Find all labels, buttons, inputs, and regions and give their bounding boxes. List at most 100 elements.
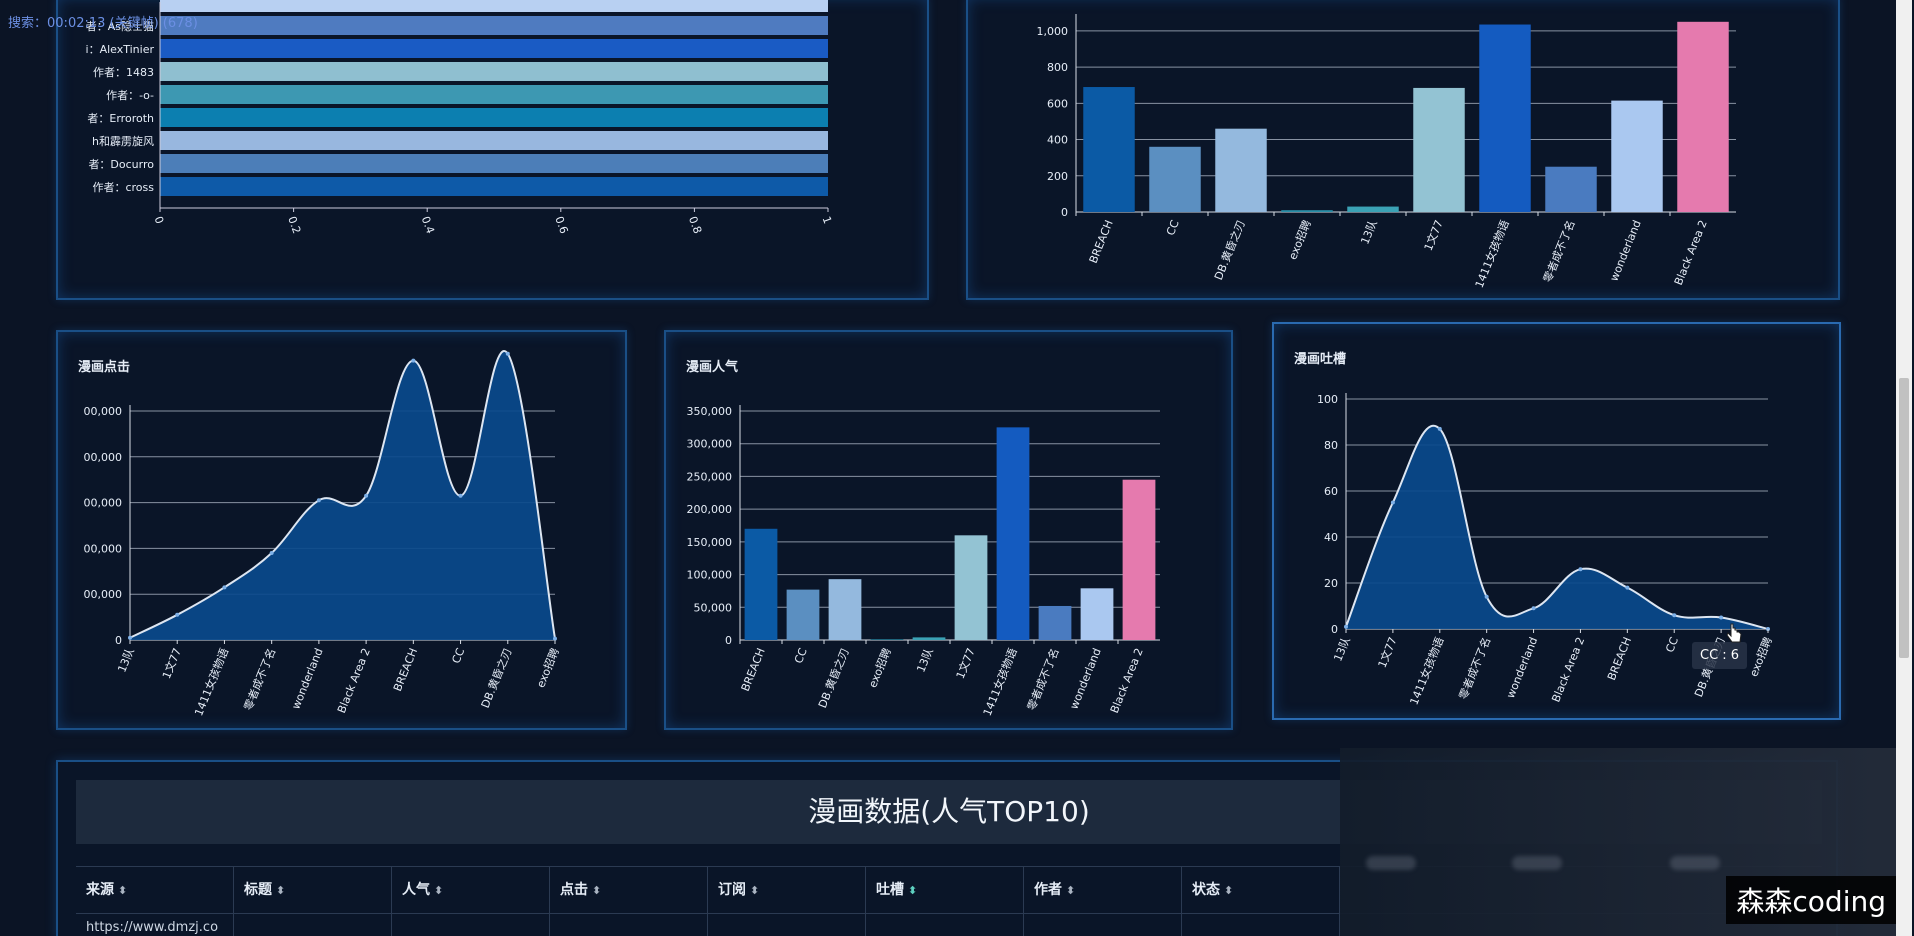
sort-icon[interactable]: ⬍ [908,884,917,897]
author-bar [160,154,828,173]
sort-icon[interactable]: ⬍ [1224,884,1233,897]
column-header-label: 人气 [402,882,430,898]
sort-icon[interactable]: ⬍ [750,884,759,897]
column-header[interactable]: 吐槽 ⬍ [866,867,1024,915]
x-tick-label: exo招聘 [533,646,562,690]
bar [1413,87,1465,212]
status-label: 搜索： [8,16,48,31]
table-cell: https://www.dmzj.co [76,915,234,936]
x-tick-label: 0.8 [686,215,704,236]
y-tick-label: 200,000 [687,503,733,516]
bar [996,427,1030,640]
column-header[interactable]: 点击 ⬍ [550,867,708,915]
sort-icon[interactable]: ⬍ [592,884,601,897]
author-bar [160,16,828,35]
y-tick-label: 20 [1324,577,1338,590]
bar [1038,605,1072,640]
page-scrollbar[interactable] [1896,0,1912,936]
author-bar [160,177,828,196]
column-header[interactable]: 状态 ⬍ [1182,867,1340,915]
author-label: i：AlexTinier [86,43,155,56]
author-label: h和霹雳旋风 [92,134,154,148]
x-tick-label: exo招聘 [865,646,894,690]
y-tick-label: 1,000 [1037,25,1069,38]
popularity-bar-chart: 0 50,000 100,000 150,000 200,000 250,000 300,0… [687,405,1160,718]
column-header-label: 状态 [1192,882,1220,898]
column-header-label: 订阅 [718,882,746,898]
data-point [411,358,416,363]
x-tick-label: 零者成不了名 [241,646,279,712]
y-tick-label: 00,000 [84,497,123,510]
sort-icon[interactable]: ⬍ [276,884,285,897]
bar [912,637,946,640]
column-header-label: 点击 [560,882,588,898]
scrollbar-thumb[interactable] [1899,378,1909,658]
data-point [1719,615,1724,620]
data-point [1344,624,1348,629]
column-header[interactable]: 标题 ⬍ [234,867,392,915]
x-tick-label: Black Area 2 [1672,218,1710,287]
author-bar [160,39,828,58]
bar [1215,128,1267,212]
x-tick-label: 1411女孩物语 [980,646,1020,718]
x-tick-label: 零者成不了名 [1456,635,1494,701]
count-bar-chart-panel: 0 200 400 600 800 1,000 BREACH CC DB.黄昏之刃 exo招聘 13… [966,0,1840,300]
table-cell [392,915,550,936]
table-cell [708,915,866,936]
x-tick-label: wonderland [1504,635,1540,700]
status-value: 00:02:13 (关键帧) (678) [47,16,198,31]
author-bar [160,0,828,12]
table-cell [234,915,392,936]
popularity-bar-chart-panel: 漫画人气 0 50,000 100,000 150,000 200,000 250,000… [664,330,1233,730]
author-label: 作者：-o- [106,89,154,102]
clicks-area-chart-panel: 漫画点击 0 00,000 00,000 00,000 00,000 00,000 13队 1… [56,330,627,730]
y-tick-label: 300,000 [687,438,733,451]
y-tick-label: 350,000 [687,405,733,418]
data-point [222,585,227,590]
dashboard-page: 搜索：00:02:13 (关键帧) (678) 者：As隐士猫 i：AlexTin… [0,0,1914,936]
x-tick-label: CC [450,646,468,665]
column-header[interactable]: 作者 ⬍ [1024,867,1182,915]
y-tick-label: 150,000 [687,536,733,549]
x-tick-label: 0 [152,215,167,226]
x-tick-label: wonderland [1607,218,1643,283]
x-tick-label: exo招聘 [1746,635,1775,679]
y-tick-label: 400 [1047,134,1068,147]
x-tick-label: exo招聘 [1285,218,1314,262]
data-point [1531,606,1536,611]
sort-icon[interactable]: ⬍ [118,884,127,897]
sort-icon[interactable]: ⬍ [434,884,443,897]
column-header[interactable]: 人气 ⬍ [392,867,550,915]
column-header[interactable]: 来源 ⬍ [76,867,234,915]
x-tick-label: BREACH [1605,635,1634,682]
data-point [505,351,510,356]
area-fill [1346,425,1768,629]
watermark-logo: 森森coding [1726,876,1896,924]
y-tick-label: 0 [1061,206,1068,219]
data-point [1578,567,1583,572]
x-tick-label: DB.黄昏之刃 [1211,218,1248,282]
column-header[interactable]: 订阅 ⬍ [708,867,866,915]
x-tick-label: 1 [820,215,835,226]
author-bar [160,62,828,81]
bar [1677,21,1729,212]
column-header-label: 吐槽 [876,882,904,898]
x-tick-label: 1411女孩物语 [191,646,231,718]
comments-area-chart: 0 20 40 60 80 100 13队 1文77 1411女孩物语 零者成不了名 wonderl… [1317,393,1775,707]
y-tick-label: 100,000 [687,569,733,582]
bar [1149,146,1201,212]
sort-icon[interactable]: ⬍ [1066,884,1075,897]
x-tick-label: 0.2 [285,215,303,236]
clicks-area-chart: 0 00,000 00,000 00,000 00,000 00,000 13队 1文77 14… [84,350,562,718]
x-tick-label: Black Area 2 [1108,646,1146,715]
x-tick-label: CC [1164,218,1182,237]
y-tick-label: 0 [115,634,122,647]
column-header-label: 来源 [86,882,114,898]
data-point [175,612,180,617]
x-tick-label: 1文77 [1421,218,1446,253]
y-tick-label: 50,000 [694,601,733,614]
blurred-placeholder [1512,856,1562,870]
x-tick-label: BREACH [1087,218,1116,265]
x-tick-label: 13队 [114,646,136,674]
bar [1281,210,1333,212]
